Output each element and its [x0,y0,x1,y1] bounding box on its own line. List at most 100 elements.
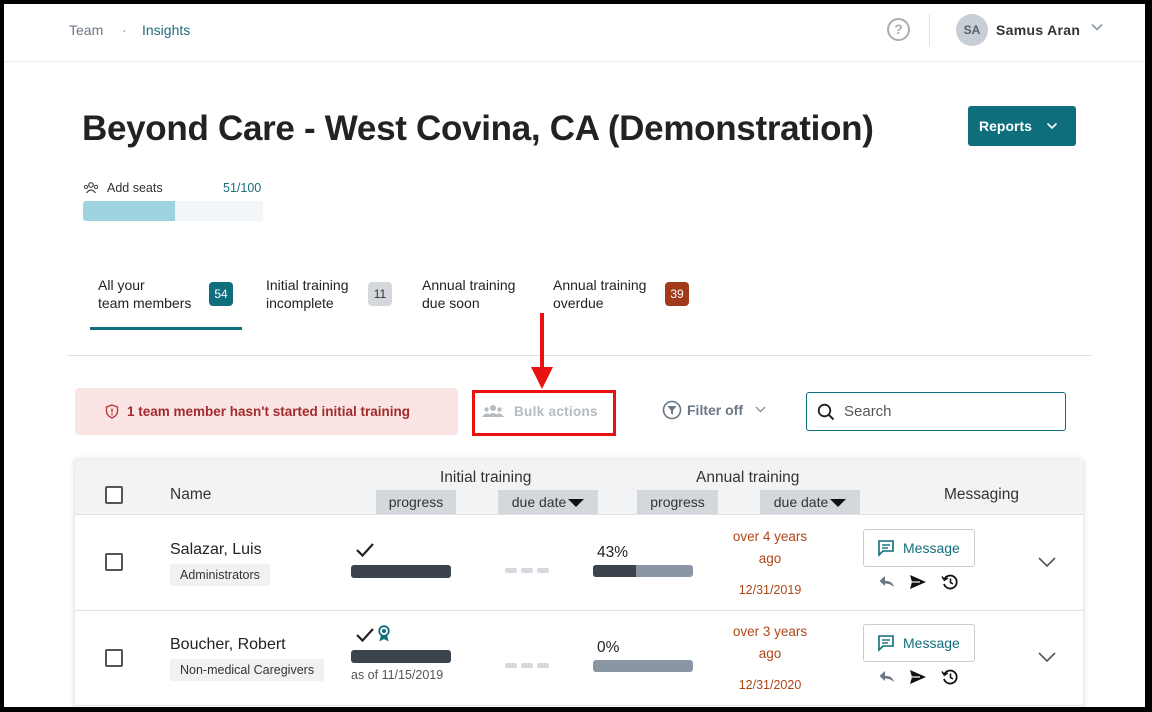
annual-progress-bar [593,565,693,577]
history-icon[interactable] [941,668,959,686]
alert-text: 1 team member hasn't started initial tra… [127,404,411,419]
annual-progress-fill [593,565,636,577]
group-tag: Administrators [170,564,270,586]
user-name[interactable]: Samus Aran [996,22,1080,38]
completion-date: as of 11/15/2019 [351,668,444,682]
chat-icon [878,635,894,652]
sort-initial-due-date[interactable]: due date [498,490,598,514]
annual-progress-bar [593,660,693,672]
tab-annual-training-overdue[interactable]: Annual training overdue 39 [553,276,689,312]
row-checkbox[interactable] [105,553,123,571]
search-input[interactable] [844,403,1044,420]
shield-alert-icon [105,404,119,419]
sort-desc-icon [830,499,847,508]
no-due-date-placeholder [505,663,549,668]
annotation-highlight-box [472,390,616,436]
chevron-down-icon[interactable] [1037,650,1057,664]
chevron-down-icon [755,406,766,413]
training-alert[interactable]: 1 team member hasn't started initial tra… [75,388,458,435]
reports-button-label: Reports [979,118,1032,134]
help-icon[interactable]: ? [887,18,910,41]
annotation-arrow-shaft [540,313,544,371]
seats-icon [83,182,99,194]
tab-initial-training-incomplete[interactable]: Initial training incomplete 11 [266,276,392,312]
no-due-date-placeholder [505,568,549,573]
tabs-divider [67,355,1091,356]
overdue-status: over 3 years ago [725,621,815,665]
nav-link-team[interactable]: Team [69,22,103,38]
tab-annual-training-due-soon[interactable]: Annual training due soon [422,276,515,312]
sort-desc-icon [568,499,585,508]
seats-progress-fill [83,201,175,221]
tab-count-badge: 54 [209,282,233,306]
nav-divider [929,14,930,46]
filter-icon [662,400,682,420]
overdue-line: over 4 years [732,529,808,544]
reply-icon[interactable] [878,574,896,590]
seats-count: 51/100 [223,181,262,195]
row-checkbox[interactable] [105,649,123,667]
app-window: Team · Insights ? SA Samus Aran Beyond C… [4,4,1145,707]
subheader-label: progress [650,494,705,510]
subheader-label: due date [773,494,829,510]
chevron-down-icon [1046,122,1057,130]
sort-annual-progress[interactable]: progress [637,490,718,514]
tab-label-line2: due soon [422,295,480,311]
tab-label-line2: team members [98,295,192,311]
group-tag: Non-medical Caregivers [170,659,325,681]
nav-link-insights[interactable]: Insights [142,22,190,38]
top-nav: Team · Insights ? SA Samus Aran [4,4,1145,62]
active-tab-indicator [90,327,242,330]
overdue-line: ago [758,646,782,661]
column-header-annual-training: Annual training [696,469,800,486]
tab-label-line2: overdue [553,295,604,311]
tab-count-badge: 39 [665,282,689,306]
message-button-label: Message [903,635,960,651]
tab-all-team-members[interactable]: All your team members 54 [98,276,233,312]
search-box[interactable] [806,392,1066,431]
send-icon[interactable] [909,574,927,590]
checkmark-icon [356,543,374,558]
add-seats-link[interactable]: Add seats [107,181,163,195]
table-row[interactable]: Boucher, Robert Non-medical Caregivers a… [75,611,1083,706]
sort-initial-progress[interactable]: progress [376,490,456,514]
chat-icon [878,540,894,557]
overdue-line: over 3 years [732,624,808,639]
team-members-table: Name Initial training Annual training Me… [75,460,1083,707]
filter-toggle[interactable]: Filter off [662,400,768,420]
tab-label-line1: All your [98,277,145,293]
overdue-line: ago [758,551,782,566]
annual-due-date: 12/31/2019 [738,583,802,597]
annual-progress-percent: 0% [597,639,620,656]
column-header-name[interactable]: Name [170,486,211,504]
history-icon[interactable] [941,573,959,591]
select-all-checkbox[interactable] [105,486,123,504]
send-icon[interactable] [909,669,927,685]
overdue-status: over 4 years ago [725,526,815,570]
annual-progress-percent: 43% [597,544,629,561]
avatar[interactable]: SA [956,14,988,46]
table-header: Name Initial training Annual training Me… [75,460,1083,515]
table-row[interactable]: Salazar, Luis Administrators 43% over 4 … [75,516,1083,611]
tab-label-line1: Annual training [553,277,647,293]
annual-due-date: 12/31/2020 [738,678,802,692]
seats-progress-bar [83,201,263,221]
checkmark-icon [356,628,374,643]
sort-annual-due-date[interactable]: due date [760,490,860,514]
member-name[interactable]: Salazar, Luis [170,541,262,559]
message-button[interactable]: Message [863,529,975,567]
message-button[interactable]: Message [863,624,975,662]
breadcrumb-separator: · [122,22,127,38]
message-button-label: Message [903,540,960,556]
tab-label-line2: incomplete [266,295,334,311]
page-title: Beyond Care - West Covina, CA (Demonstra… [82,109,874,148]
initial-progress-bar [351,565,451,578]
chevron-down-icon[interactable] [1037,555,1057,569]
member-name[interactable]: Boucher, Robert [170,636,286,654]
tab-label-line1: Initial training [266,277,349,293]
reply-icon[interactable] [878,669,896,685]
chevron-down-icon[interactable] [1090,20,1104,34]
reports-button[interactable]: Reports [968,106,1076,146]
certificate-icon[interactable] [377,625,391,643]
subheader-label: due date [511,494,567,510]
